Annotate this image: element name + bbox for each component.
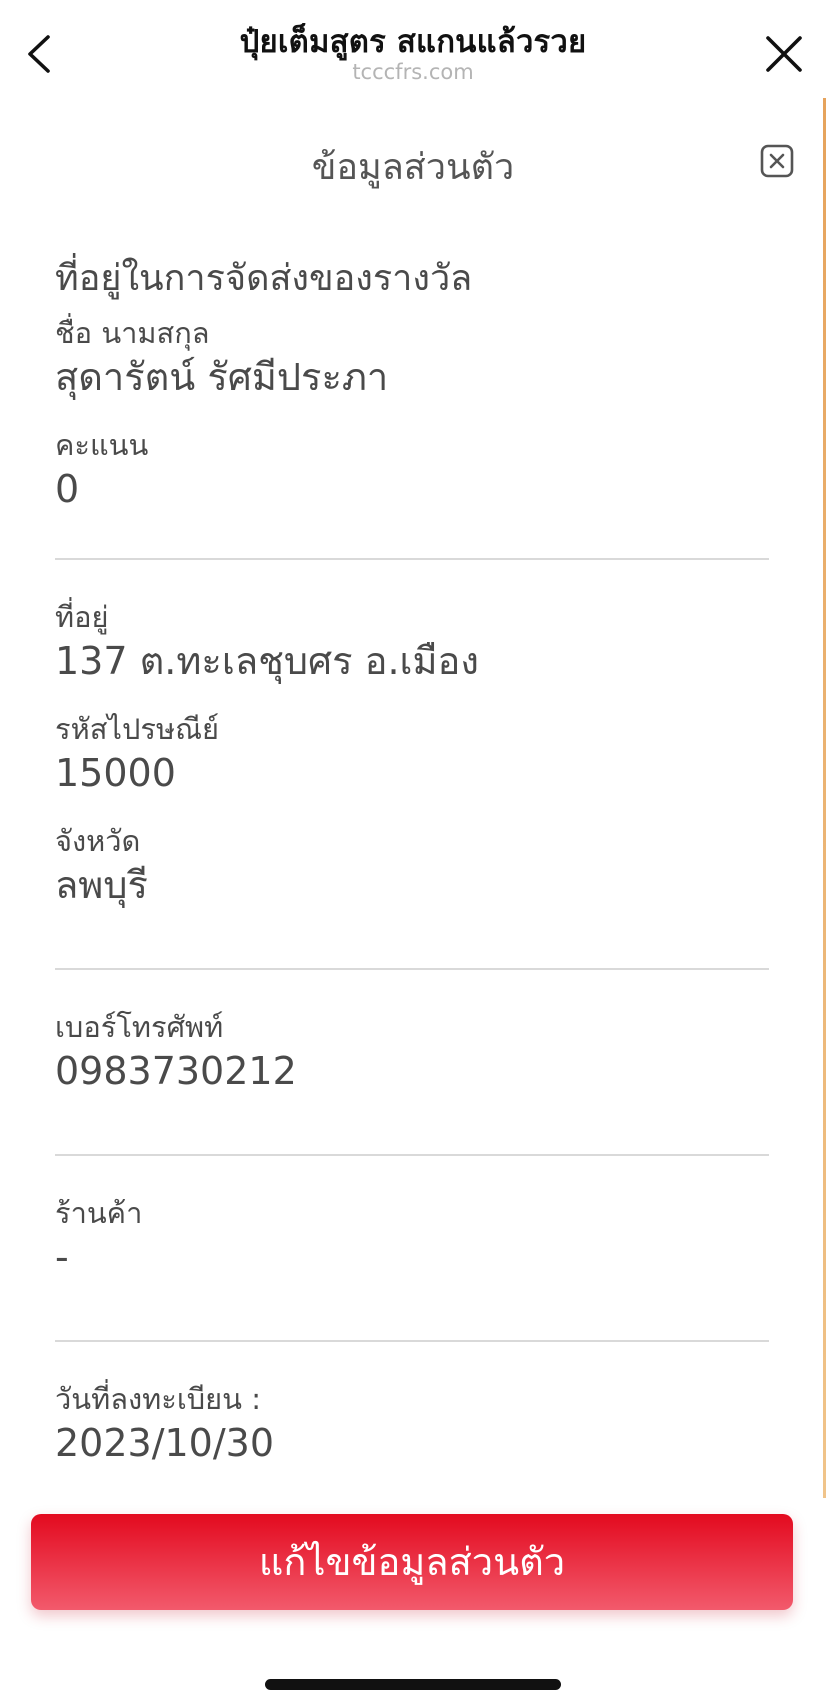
section-title: ที่อยู่ในการจัดส่งของรางวัล: [55, 258, 473, 299]
close-square-icon: [760, 144, 794, 178]
field-address: ที่อยู่ 137 ต.ทะเลชุบศร อ.เมือง: [55, 598, 769, 686]
profile-content: ที่อยู่ในการจัดส่งของรางวัล ชื่อ นามสกุล…: [55, 254, 769, 1492]
close-icon: [766, 36, 802, 72]
home-indicator: [265, 1679, 561, 1690]
field-label: จังหวัด: [55, 824, 141, 858]
field-phone: เบอร์โทรศัพท์ 0983730212: [55, 1008, 769, 1096]
field-shop: ร้านค้า -: [55, 1194, 769, 1282]
field-value: 0983730212: [55, 1049, 297, 1093]
field-label: เบอร์โทรศัพท์: [55, 1010, 224, 1044]
field-postcode: รหัสไปรษณีย์ 15000: [55, 710, 769, 798]
edit-profile-button[interactable]: แก้ไขข้อมูลส่วนตัว: [31, 1514, 793, 1610]
field-label: วันที่ลงทะเบียน :: [55, 1382, 261, 1416]
field-value: 2023/10/30: [55, 1421, 275, 1465]
divider: [55, 1154, 769, 1156]
field-value: 15000: [55, 751, 176, 795]
field-value: 137 ต.ทะเลชุบศร อ.เมือง: [55, 639, 479, 683]
field-points: คะแนน 0: [55, 426, 769, 514]
field-value: ลพบุรี: [55, 863, 148, 907]
field-value: 0: [55, 467, 80, 511]
divider: [55, 558, 769, 560]
field-value: สุดารัตน์ รัศมีประภา: [55, 355, 389, 399]
close-button[interactable]: [762, 32, 806, 76]
field-label: ร้านค้า: [55, 1196, 143, 1230]
field-name: ชื่อ นามสกุล สุดารัตน์ รัศมีประภา: [55, 314, 769, 402]
modal-close-button[interactable]: [760, 144, 794, 178]
field-label: ชื่อ นามสกุล: [55, 316, 210, 350]
field-value: -: [55, 1235, 69, 1279]
field-label: รหัสไปรษณีย์: [55, 712, 219, 746]
field-province: จังหวัด ลพบุรี: [55, 822, 769, 910]
browser-url: tcccfrs.com: [352, 60, 474, 84]
field-label: ที่อยู่: [55, 600, 109, 634]
modal-title: ข้อมูลส่วนตัว: [311, 147, 515, 188]
divider: [55, 968, 769, 970]
browser-header: ปุ๋ยเต็มสูตร สแกนแล้วรวย tcccfrs.com: [0, 0, 826, 98]
divider: [55, 1340, 769, 1342]
browser-title: ปุ๋ยเต็มสูตร สแกนแล้วรวย: [239, 24, 587, 60]
field-label: คะแนน: [55, 428, 149, 462]
field-registered-date: วันที่ลงทะเบียน : 2023/10/30: [55, 1380, 769, 1468]
